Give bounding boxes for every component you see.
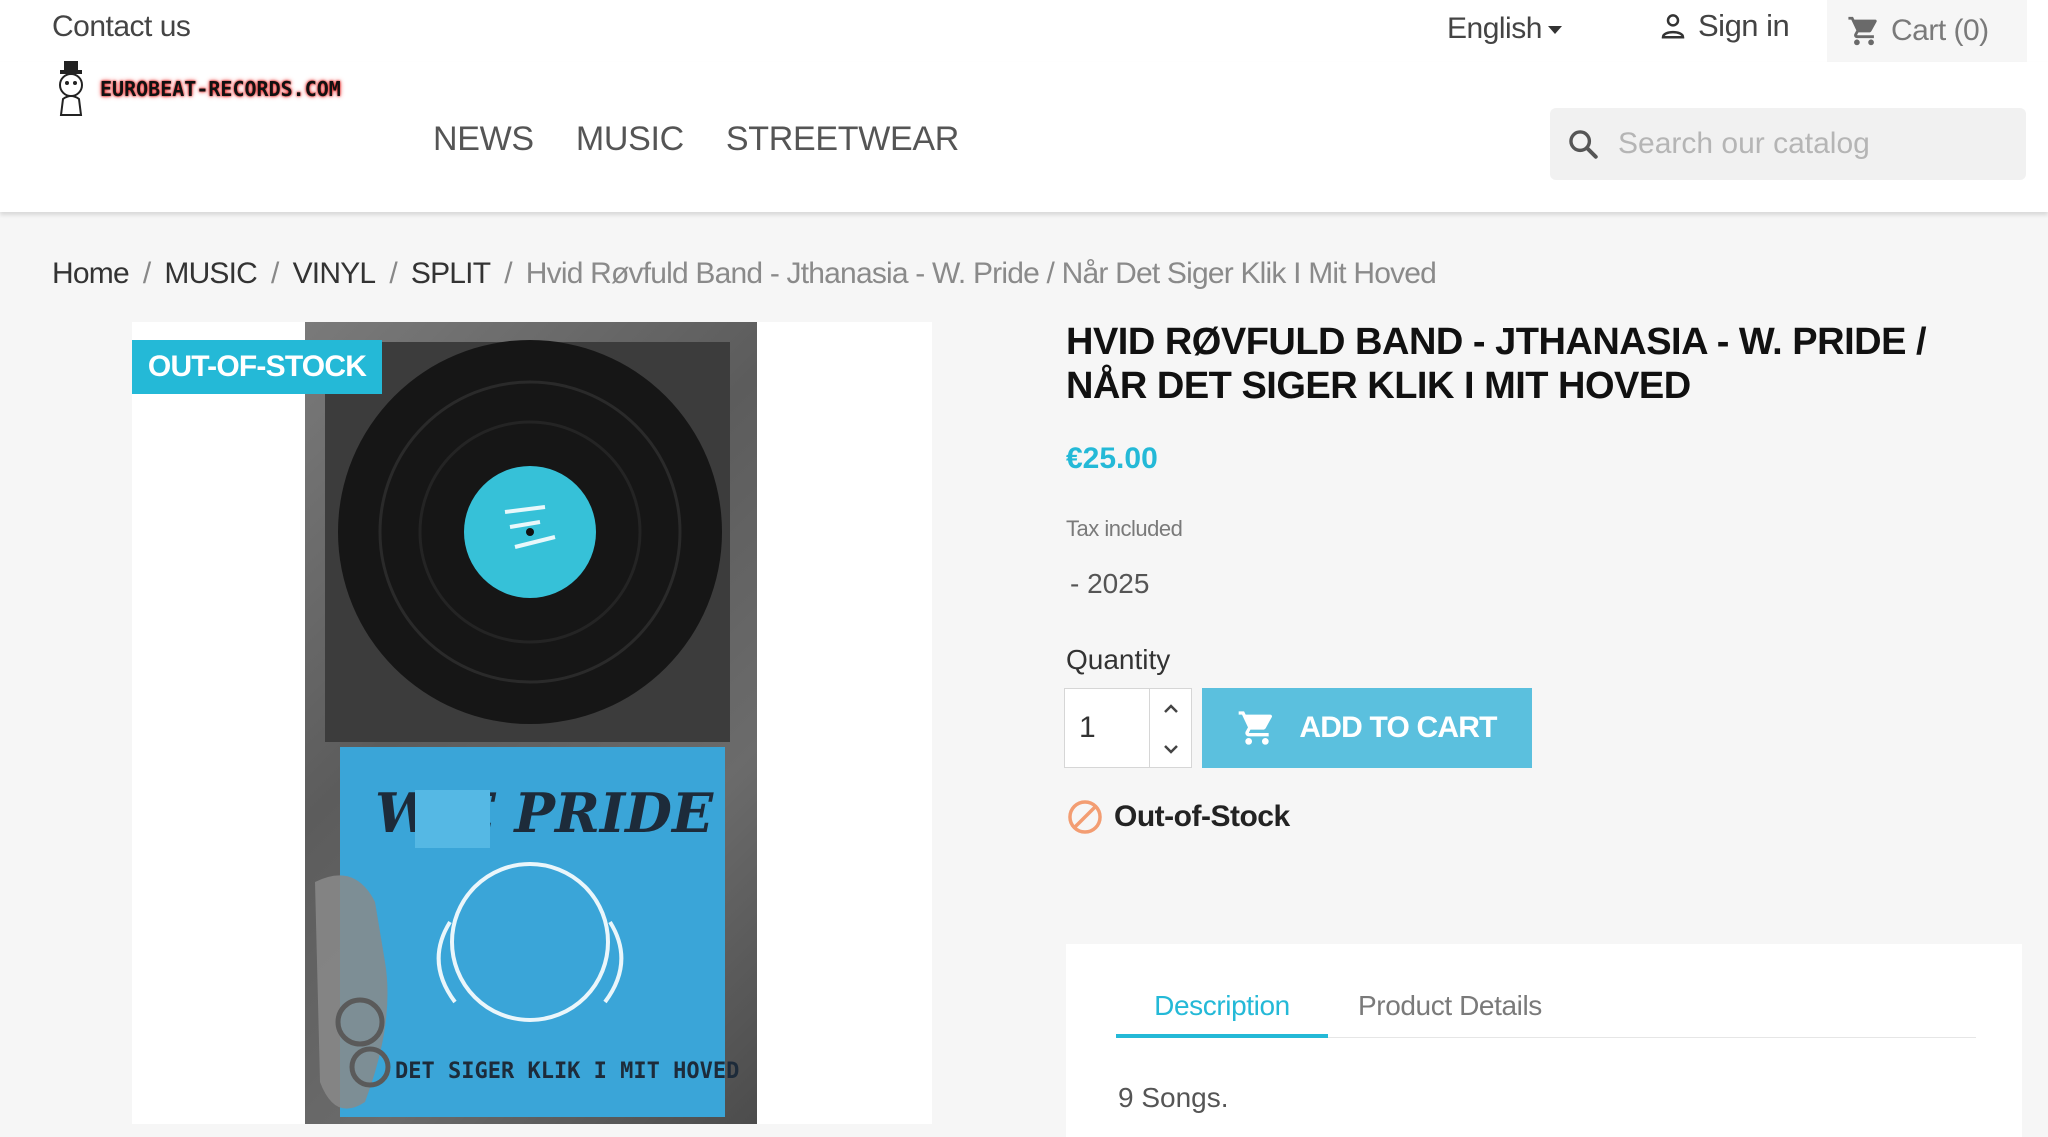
add-to-cart-label: ADD TO CART: [1299, 711, 1497, 744]
sign-in-label: Sign in: [1698, 8, 1790, 43]
description-text: 9 Songs.: [1118, 1082, 1229, 1113]
out-of-stock-flag: OUT-OF-STOCK: [132, 340, 382, 394]
sign-in-link[interactable]: Sign in: [1658, 8, 1790, 44]
add-to-cart-button[interactable]: ADD TO CART: [1202, 688, 1532, 768]
breadcrumb-separator: /: [142, 257, 151, 290]
search-input[interactable]: [1618, 127, 1998, 161]
tax-label: Tax included: [1066, 516, 1183, 541]
search-box: [1550, 108, 2026, 180]
breadcrumb-music[interactable]: MUSIC: [164, 257, 257, 291]
availability-label: Out-of-Stock: [1114, 800, 1290, 833]
quantity-decrease-button[interactable]: [1150, 729, 1191, 769]
product-cover-image[interactable]: W E PRIDE DET SIGER KLIK I MIT HOVED: [305, 322, 757, 1124]
breadcrumb-separator: /: [389, 257, 397, 290]
tab-bar: Description Product Details: [1116, 988, 1976, 1038]
caret-down-icon: [1547, 26, 1562, 34]
shopping-cart-icon: [1848, 16, 1877, 46]
logo-mascot-icon: [59, 61, 83, 116]
contact-us-link[interactable]: Contact us: [52, 10, 191, 44]
product-tabs-panel: Description Product Details 9 Songs.: [1066, 944, 2022, 1137]
quantity-field-box: [1064, 688, 1150, 768]
product-title: HVID RØVFULD BAND - JTHANASIA - W. PRIDE…: [1066, 321, 1927, 407]
block-icon: [1068, 800, 1102, 834]
quantity-label: Quantity: [1066, 644, 1171, 675]
language-label: English: [1447, 12, 1542, 45]
breadcrumb-current: Hvid Røvfuld Band - Jthanasia - W. Pride…: [525, 257, 1437, 290]
breadcrumb-separator: /: [504, 257, 512, 290]
tab-description[interactable]: Description: [1116, 988, 1328, 1038]
nav-item-music[interactable]: MUSIC: [576, 120, 684, 159]
quantity-stepper: [1150, 688, 1192, 768]
chevron-up-icon: [1163, 704, 1178, 713]
user-icon: [1661, 14, 1685, 39]
breadcrumb-vinyl[interactable]: VINYL: [293, 257, 377, 291]
nav-item-streetwear[interactable]: STREETWEAR: [726, 120, 959, 159]
availability-status: Out-of-Stock: [1066, 798, 1290, 836]
quantity-input[interactable]: [1065, 689, 1149, 767]
breadcrumb-separator: /: [271, 257, 279, 290]
cover-subtitle-text: DET SIGER KLIK I MIT HOVED: [395, 1059, 739, 1084]
tab-product-details[interactable]: Product Details: [1358, 988, 1542, 1022]
breadcrumb-split[interactable]: SPLIT: [411, 257, 491, 291]
site-logo[interactable]: EUROBEAT-RECORDS.COM: [52, 54, 344, 124]
language-selector[interactable]: English: [1447, 12, 1562, 46]
quantity-increase-button[interactable]: [1150, 689, 1191, 729]
shopping-cart-icon: [1239, 711, 1273, 745]
search-icon[interactable]: [1566, 127, 1600, 161]
logo-text: EUROBEAT-RECORDS.COM: [100, 77, 341, 101]
cart-link[interactable]: Cart (0): [1827, 0, 2027, 62]
breadcrumb: Home / MUSIC / VINYL / SPLIT / Hvid Røvf…: [52, 257, 1437, 291]
vinyl-record-photo: W E PRIDE DET SIGER KLIK I MIT HOVED: [315, 340, 739, 1117]
nav-item-news[interactable]: NEWS: [433, 120, 534, 159]
product-price: €25.00: [1066, 442, 1158, 475]
main-nav: NEWS MUSIC STREETWEAR: [433, 120, 959, 159]
release-year: - 2025: [1070, 568, 1150, 599]
chevron-down-icon: [1163, 745, 1178, 754]
top-bar: Contact us English Sign in Cart (0): [0, 0, 2048, 62]
cart-label: Cart (0): [1891, 14, 1989, 47]
breadcrumb-home[interactable]: Home: [52, 257, 130, 291]
